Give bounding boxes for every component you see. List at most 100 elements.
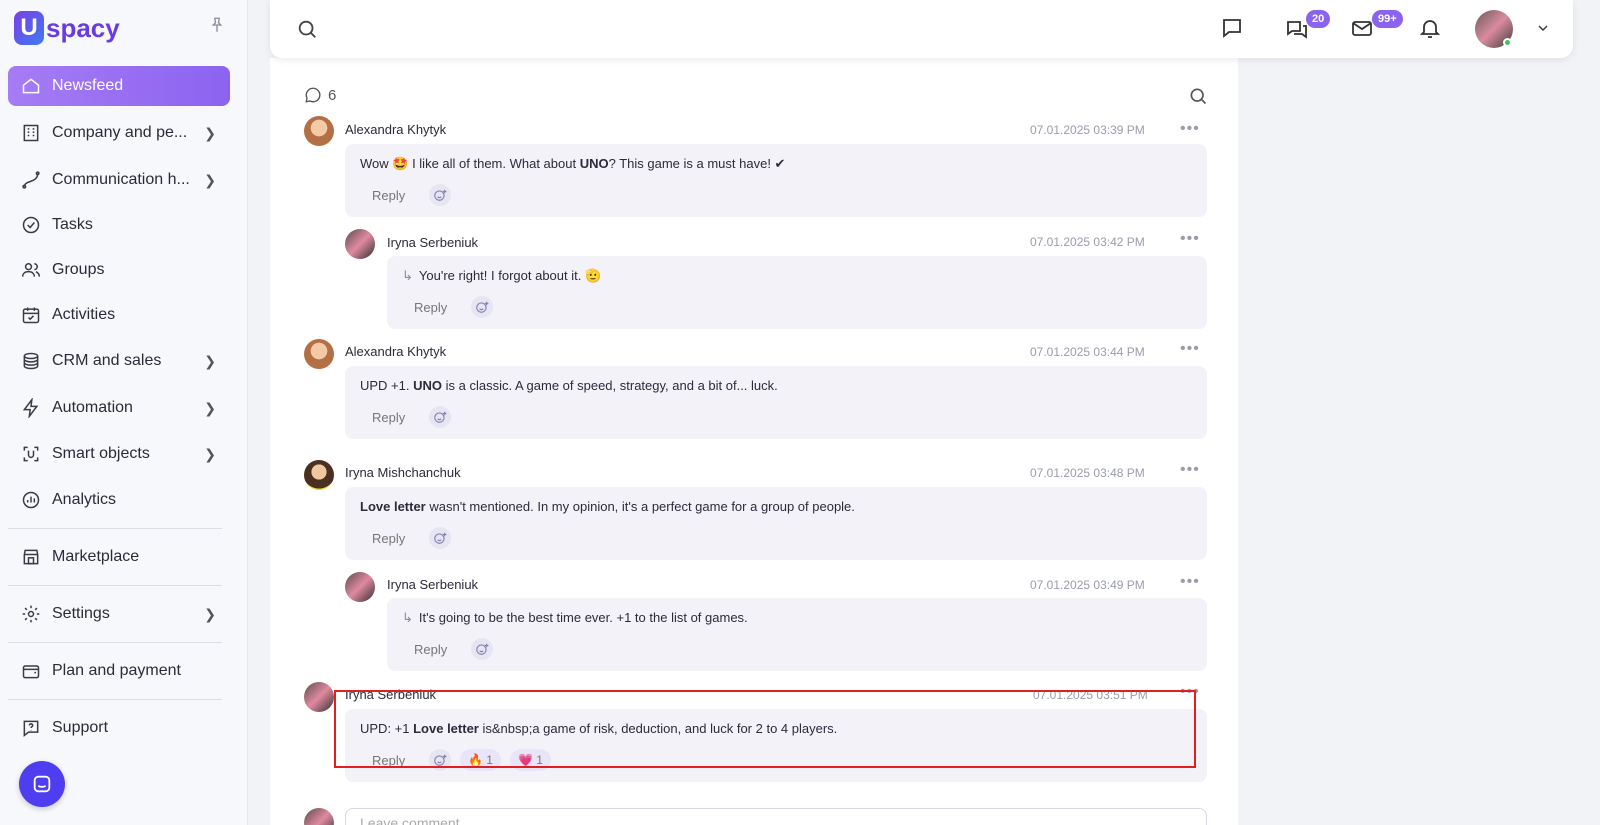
calendar-check-icon — [20, 304, 42, 326]
add-reaction-icon[interactable] — [429, 527, 451, 549]
comment-bubble: UPD +1. UNO is a classic. A game of spee… — [345, 366, 1207, 439]
chat-bubble-icon — [33, 775, 51, 793]
pin-icon[interactable] — [208, 16, 226, 34]
comment-author[interactable]: Alexandra Khytyk — [345, 344, 446, 359]
sidebar-item-label: Activities — [52, 306, 116, 323]
store-icon — [20, 546, 42, 568]
sidebar-item-label: Marketplace — [52, 548, 140, 565]
sidebar-divider — [8, 642, 222, 643]
users-icon — [20, 259, 42, 281]
sidebar-item-automation[interactable]: Automation ❯ — [8, 388, 230, 428]
sidebar-item-label: Support — [52, 719, 109, 736]
sidebar-divider — [8, 528, 222, 529]
chats-badge: 20 — [1306, 10, 1331, 28]
comment-author[interactable]: Iryna Mishchanchuk — [345, 465, 461, 480]
sidebar-item-tasks[interactable]: Tasks — [8, 205, 230, 245]
sidebar-item-newsfeed[interactable]: Newsfeed — [8, 66, 230, 106]
more-options-icon[interactable]: ••• — [1180, 120, 1200, 138]
logo-text: spacy — [46, 12, 120, 43]
sidebar-item-label: Communication h... — [52, 171, 190, 188]
coins-icon — [20, 350, 42, 372]
comment-author[interactable]: Iryna Serbeniuk — [387, 577, 478, 592]
sidebar-item-label: Automation — [52, 399, 133, 416]
comment-bubble: Wow 🤩 I like all of them. What about UNO… — [345, 144, 1207, 217]
mail-badge: 99+ — [1372, 10, 1403, 28]
top-bar: 20 99+ — [270, 0, 1573, 58]
sidebar-item-crm[interactable]: CRM and sales ❯ — [8, 341, 230, 381]
wallet-icon — [20, 660, 42, 682]
logo-mark: U — [14, 11, 44, 45]
chevron-right-icon: ❯ — [204, 606, 216, 622]
sidebar-item-company[interactable]: Company and pe... ❯ — [8, 113, 230, 153]
message-icon[interactable] — [1220, 16, 1244, 40]
comment-time: 07.01.2025 03:39 PM — [1030, 123, 1145, 137]
sidebar-item-communication[interactable]: Communication h... ❯ — [8, 160, 230, 200]
search-icon[interactable] — [1188, 86, 1208, 106]
check-circle-icon — [20, 214, 42, 236]
chevron-right-icon: ❯ — [204, 446, 216, 462]
lightning-icon — [20, 397, 42, 419]
comment-text: Wow 🤩 I like all of them. What about UNO… — [360, 156, 786, 171]
comment-author[interactable]: Iryna Serbeniuk — [387, 235, 478, 250]
chevron-right-icon: ❯ — [204, 172, 216, 188]
gear-icon — [20, 603, 42, 625]
avatar[interactable] — [304, 116, 334, 146]
app-logo[interactable]: U spacy — [14, 10, 120, 46]
comment-time: 07.01.2025 03:42 PM — [1030, 235, 1145, 249]
avatar[interactable] — [304, 682, 334, 712]
comment-bubble: Love letter wasn't mentioned. In my opin… — [345, 487, 1207, 560]
sidebar-item-label: Plan and payment — [52, 662, 181, 679]
more-options-icon[interactable]: ••• — [1180, 461, 1200, 479]
sidebar-item-label: Tasks — [52, 216, 93, 233]
add-reaction-icon[interactable] — [471, 296, 493, 318]
comment-time: 07.01.2025 03:49 PM — [1030, 578, 1145, 592]
reply-button[interactable]: Reply — [414, 642, 447, 657]
comment-count: 6 — [304, 86, 336, 104]
avatar[interactable] — [345, 572, 375, 602]
avatar[interactable] — [345, 229, 375, 259]
chevron-right-icon: ❯ — [204, 353, 216, 369]
sidebar-item-groups[interactable]: Groups — [8, 250, 230, 290]
search-icon[interactable] — [296, 18, 318, 40]
reply-button[interactable]: Reply — [372, 188, 405, 203]
comment-time: 07.01.2025 03:44 PM — [1030, 345, 1145, 359]
sidebar-item-settings[interactable]: Settings ❯ — [8, 594, 230, 634]
more-options-icon[interactable]: ••• — [1180, 340, 1200, 358]
sidebar-item-activities[interactable]: Activities — [8, 295, 230, 335]
more-options-icon[interactable]: ••• — [1180, 573, 1200, 591]
sidebar-item-support[interactable]: Support — [8, 708, 230, 748]
online-status-indicator — [1503, 38, 1512, 47]
comment-text: ↳ You're right! I forgot about it. 🫡 — [402, 268, 602, 283]
bell-icon[interactable] — [1418, 16, 1442, 40]
comment-author[interactable]: Alexandra Khytyk — [345, 122, 446, 137]
add-reaction-icon[interactable] — [429, 184, 451, 206]
comment-bubble: ↳ You're right! I forgot about it. 🫡 Repl… — [387, 256, 1207, 329]
reply-button[interactable]: Reply — [372, 531, 405, 546]
add-reaction-icon[interactable] — [429, 406, 451, 428]
sidebar-item-label: Groups — [52, 261, 105, 278]
avatar[interactable] — [304, 339, 334, 369]
add-reaction-icon[interactable] — [471, 638, 493, 660]
sidebar-item-label: Company and pe... — [52, 124, 188, 141]
reply-button[interactable]: Reply — [414, 300, 447, 315]
sidebar-item-marketplace[interactable]: Marketplace — [8, 537, 230, 577]
comment-count-value: 6 — [328, 86, 337, 104]
more-options-icon[interactable]: ••• — [1180, 230, 1200, 248]
sidebar-item-analytics[interactable]: Analytics — [8, 480, 230, 520]
avatar[interactable] — [304, 460, 334, 490]
help-icon — [20, 717, 42, 739]
sidebar-item-label: Newsfeed — [52, 77, 124, 94]
sidebar-item-plan-payment[interactable]: Plan and payment — [8, 651, 230, 691]
building-icon — [20, 122, 42, 144]
sidebar-item-smart-objects[interactable]: Smart objects ❯ — [8, 434, 230, 474]
chevron-right-icon: ❯ — [204, 400, 216, 416]
reply-arrow-icon: ↳ — [402, 610, 413, 625]
chevron-down-icon[interactable] — [1535, 20, 1551, 36]
sidebar: U spacy Newsfeed Company and pe... ❯ Com… — [0, 0, 248, 825]
chevron-right-icon: ❯ — [204, 125, 216, 141]
reply-button[interactable]: Reply — [372, 410, 405, 425]
comment-text: Love letter wasn't mentioned. In my opin… — [360, 499, 855, 514]
leave-comment-input[interactable]: Leave comment — [345, 808, 1207, 825]
chat-widget-button[interactable] — [19, 761, 65, 807]
mail-icon[interactable] — [1350, 16, 1374, 40]
